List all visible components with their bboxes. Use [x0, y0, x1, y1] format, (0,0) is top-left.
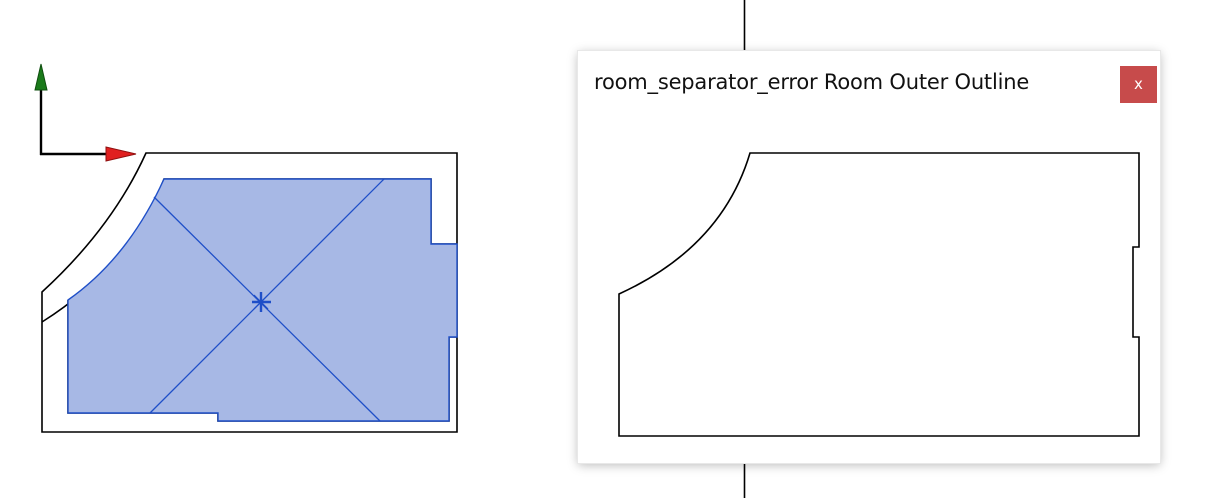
x-axis-arrow-icon [105, 146, 137, 162]
y-axis-arrow-icon [34, 63, 48, 91]
outer-outline-preview [618, 152, 1140, 437]
outline-dialog[interactable]: room_separator_error Room Outer Outline … [578, 51, 1160, 463]
outer-outline-shape [618, 152, 1140, 437]
axis-gizmo [34, 63, 137, 162]
